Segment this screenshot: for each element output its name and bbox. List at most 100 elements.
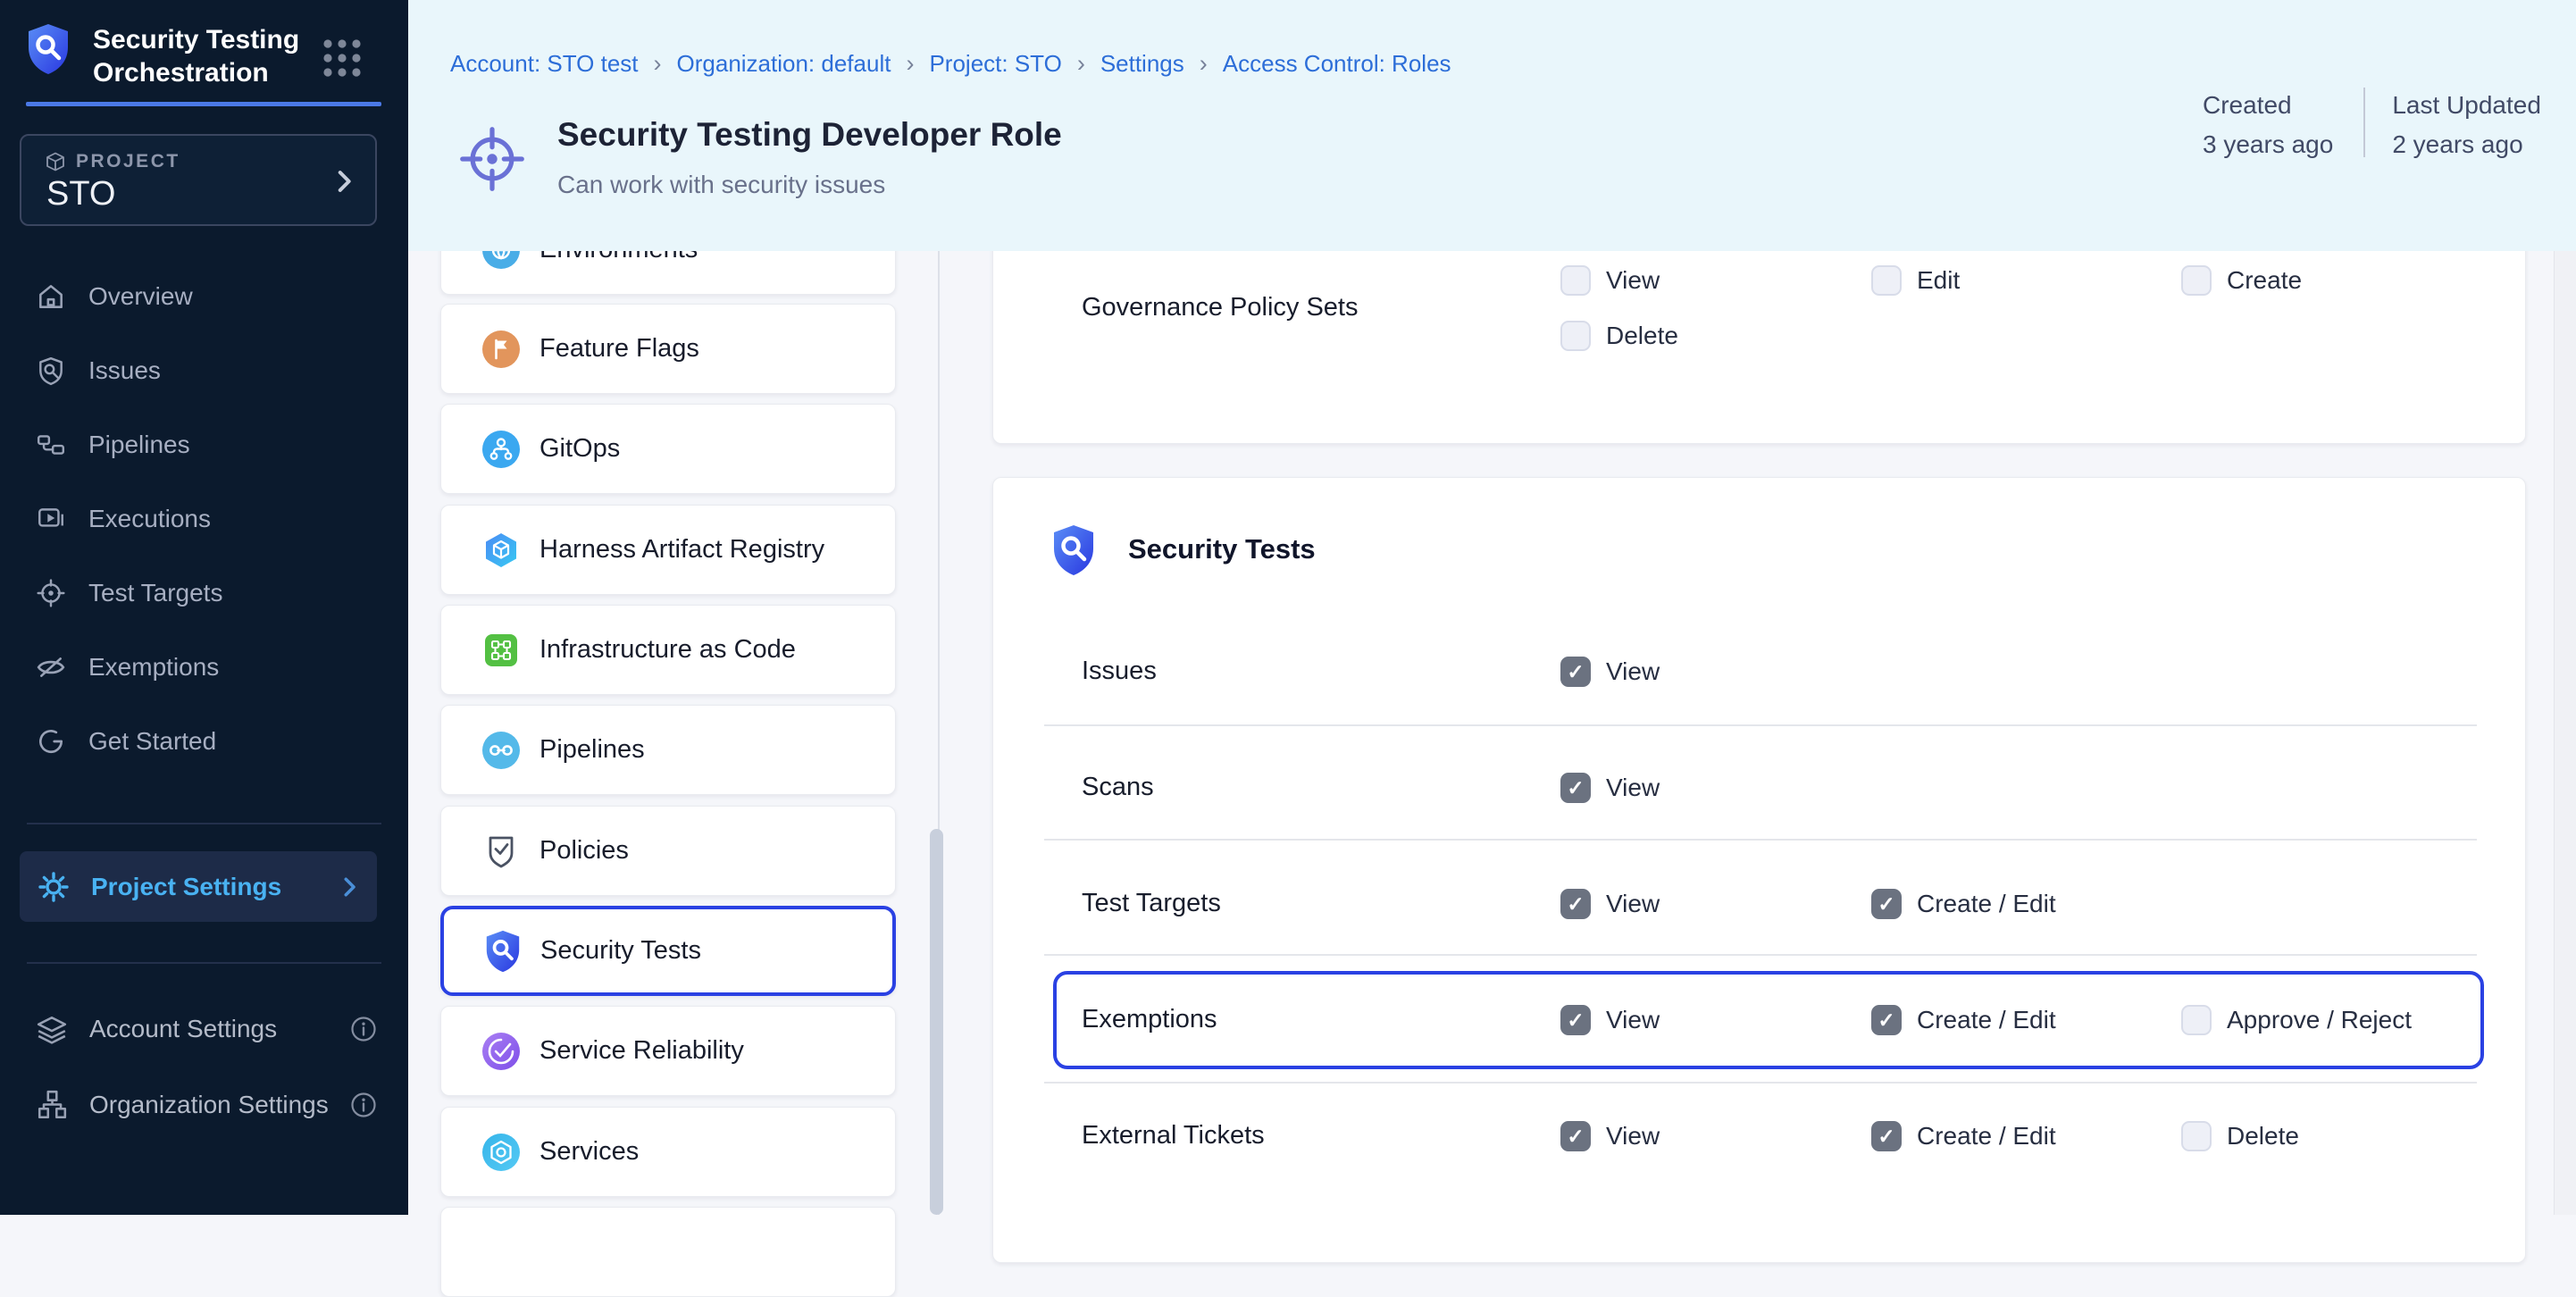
checkbox-delete[interactable] xyxy=(2181,1121,2212,1151)
created-meta: Created 3 years ago xyxy=(2203,86,2333,164)
info-icon[interactable] xyxy=(350,1016,377,1042)
module-grid-icon[interactable] xyxy=(322,38,363,79)
checkbox-approve-reject[interactable] xyxy=(2181,1005,2212,1035)
eye-off-icon xyxy=(36,652,66,682)
app-logo-block: Security Testing Orchestration xyxy=(27,23,318,89)
checkbox-label: View xyxy=(1606,890,1660,918)
resource-card-service-reliability[interactable]: Service Reliability xyxy=(440,1006,896,1096)
pipeline-flow-icon xyxy=(36,430,66,460)
gear-icon xyxy=(38,871,70,903)
resource-card-label: Security Tests xyxy=(540,936,701,966)
checkbox-label: View xyxy=(1606,1006,1660,1034)
cube-icon xyxy=(45,151,66,172)
created-value: 3 years ago xyxy=(2203,125,2333,164)
checkbox-view[interactable] xyxy=(1560,889,1591,919)
breadcrumb-organization[interactable]: Organization: default xyxy=(677,50,891,78)
sidebar-item-project-settings[interactable]: Project Settings xyxy=(20,851,377,922)
checkbox-create[interactable] xyxy=(2181,265,2212,296)
resource-card-infrastructure-as-code[interactable]: Infrastructure as Code xyxy=(440,605,896,695)
chevron-right-icon xyxy=(329,166,359,197)
breadcrumb-project[interactable]: Project: STO xyxy=(929,50,1061,78)
target-icon xyxy=(36,578,66,608)
sidebar-item-exemptions[interactable]: Exemptions xyxy=(0,630,408,704)
chevron-right-icon xyxy=(336,874,363,900)
checkbox-view[interactable] xyxy=(1560,1005,1591,1035)
checkbox-view[interactable] xyxy=(1560,773,1591,803)
meta-divider xyxy=(2363,88,2365,157)
permission-row-label: External Tickets xyxy=(1082,1121,1265,1151)
sidebar-item-pipelines[interactable]: Pipelines xyxy=(0,407,408,481)
sidebar-item-test-targets[interactable]: Test Targets xyxy=(0,556,408,630)
checkbox-view[interactable] xyxy=(1560,657,1591,687)
sidebar-divider xyxy=(27,962,381,964)
page-header: Account: STO test › Organization: defaul… xyxy=(408,0,2576,251)
sidebar-item-overview[interactable]: Overview xyxy=(0,259,408,333)
permission-cell: Create / Edit xyxy=(1871,886,2056,922)
resource-card-partial[interactable] xyxy=(440,1207,896,1297)
resource-list-scrollbar-thumb[interactable] xyxy=(930,829,943,1215)
gitops-icon xyxy=(482,431,520,468)
breadcrumb-separator: › xyxy=(1077,50,1085,78)
breadcrumb: Account: STO test › Organization: defaul… xyxy=(450,50,1451,78)
permission-cell: Create / Edit xyxy=(1871,1002,2056,1038)
permission-cell: View xyxy=(1560,886,1660,922)
permission-cell: Create xyxy=(2181,263,2302,298)
sidebar-item-organization-settings[interactable]: Organization Settings xyxy=(36,1078,377,1132)
resource-card-pipelines[interactable]: Pipelines xyxy=(440,705,896,795)
resource-card-feature-flags[interactable]: Feature Flags xyxy=(440,304,896,394)
resource-card-security-tests[interactable]: Security Tests xyxy=(440,906,896,996)
sto-shield-logo-icon xyxy=(27,23,70,75)
checkbox-create-edit[interactable] xyxy=(1871,889,1902,919)
info-icon[interactable] xyxy=(350,1092,377,1118)
checkbox-label: Approve / Reject xyxy=(2227,1006,2412,1034)
permission-cell: View xyxy=(1560,263,1660,298)
row-divider xyxy=(1044,1082,2477,1084)
infrastructure-as-code-icon xyxy=(482,632,520,669)
resource-card-gitops[interactable]: GitOps xyxy=(440,404,896,494)
page-subtitle: Can work with security issues xyxy=(557,171,885,199)
project-selector[interactable]: PROJECT STO xyxy=(20,134,377,226)
resource-card-harness-artifact-registry[interactable]: Harness Artifact Registry xyxy=(440,505,896,595)
breadcrumb-access-control-roles[interactable]: Access Control: Roles xyxy=(1223,50,1451,78)
resource-card-label: GitOps xyxy=(539,434,620,464)
checkbox-create-edit[interactable] xyxy=(1871,1005,1902,1035)
checkbox-delete[interactable] xyxy=(1560,321,1591,351)
sidebar-item-get-started[interactable]: Get Started xyxy=(0,704,408,778)
permission-cell: View xyxy=(1560,654,1660,690)
account-settings-label: Account Settings xyxy=(89,1015,277,1043)
sidebar-nav: Overview Issues Pipelines Executions Tes… xyxy=(0,259,408,778)
checkbox-view[interactable] xyxy=(1560,265,1591,296)
resource-card-services[interactable]: Services xyxy=(440,1107,896,1197)
sidebar-item-executions[interactable]: Executions xyxy=(0,481,408,556)
checkbox-label: View xyxy=(1606,774,1660,802)
security-tests-permissions-card: Security Tests Issues View Scans View Te… xyxy=(992,477,2526,1263)
permission-row-label: Exemptions xyxy=(1082,1005,1217,1034)
checkbox-label: View xyxy=(1606,266,1660,295)
role-crosshair-icon xyxy=(458,125,526,193)
sidebar-item-issues[interactable]: Issues xyxy=(0,333,408,407)
permission-row-label: Issues xyxy=(1082,657,1157,686)
layers-icon xyxy=(36,1013,68,1045)
sidebar-item-label: Test Targets xyxy=(88,579,222,607)
checkbox-view[interactable] xyxy=(1560,1121,1591,1151)
policies-shield-icon xyxy=(482,833,520,870)
sidebar-item-account-settings[interactable]: Account Settings xyxy=(36,1002,377,1056)
resource-card-label: Harness Artifact Registry xyxy=(539,535,824,565)
shield-search-icon xyxy=(36,356,66,386)
checkbox-label: Create / Edit xyxy=(1917,890,2056,918)
checkbox-edit[interactable] xyxy=(1871,265,1902,296)
organization-settings-label: Organization Settings xyxy=(89,1091,329,1119)
resource-card-policies[interactable]: Policies xyxy=(440,806,896,896)
breadcrumb-settings[interactable]: Settings xyxy=(1100,50,1184,78)
checkbox-label: Delete xyxy=(1606,322,1678,350)
sidebar-divider xyxy=(27,823,381,824)
permission-row-label: Governance Policy Sets xyxy=(1082,293,1358,322)
breadcrumb-account[interactable]: Account: STO test xyxy=(450,50,639,78)
resource-card-label: Pipelines xyxy=(539,735,645,765)
window-scrollbar-track[interactable] xyxy=(2554,251,2576,1215)
breadcrumb-separator: › xyxy=(906,50,914,78)
resource-card-label: Services xyxy=(539,1137,639,1167)
org-chart-icon xyxy=(36,1089,68,1121)
checkbox-label: Edit xyxy=(1917,266,1960,295)
checkbox-create-edit[interactable] xyxy=(1871,1121,1902,1151)
